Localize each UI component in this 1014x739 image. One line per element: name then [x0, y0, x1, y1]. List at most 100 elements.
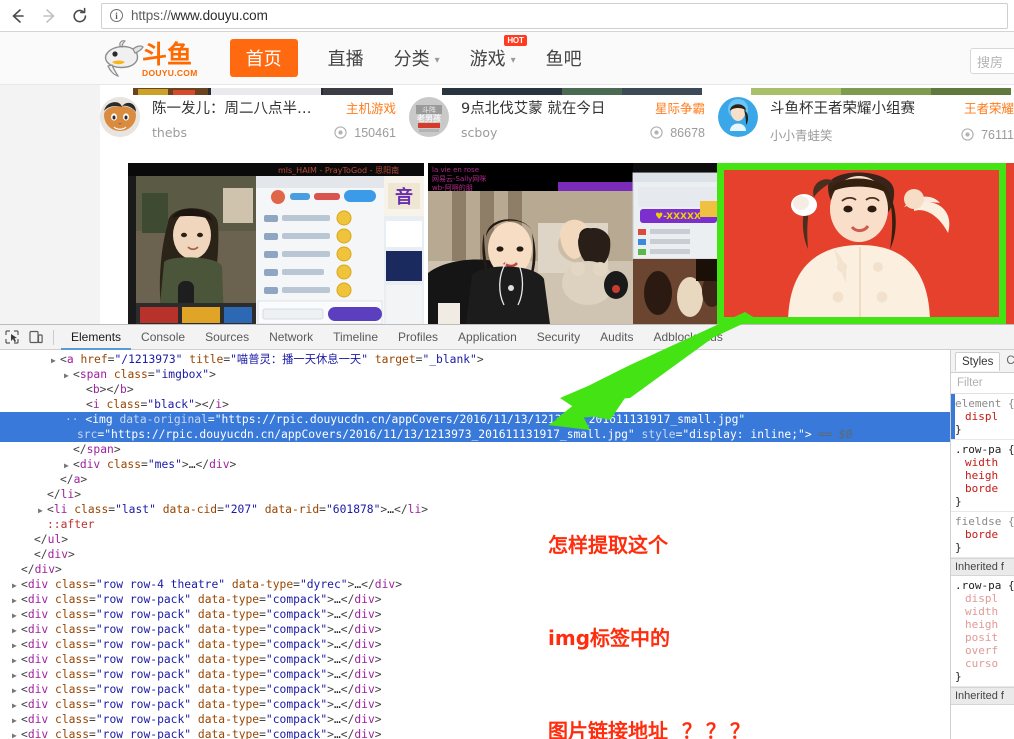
dom-node[interactable]: ▶<div class="row row-pack" data-type="co…: [0, 682, 950, 697]
device-toolbar-icon[interactable]: [24, 325, 48, 349]
category-tag[interactable]: 星际争霸: [655, 98, 705, 117]
dom-node[interactable]: <i class="black"></i>: [0, 397, 950, 412]
tab-elements[interactable]: Elements: [61, 325, 131, 350]
dom-node[interactable]: ▶<div class="row row-4 theatre" data-typ…: [0, 577, 950, 592]
css-property[interactable]: displ: [955, 410, 1014, 423]
stream-thumbnail[interactable]: 音 mls_HAIM - PrayToGod - 思阳南: [128, 163, 424, 324]
css-property[interactable]: displ: [955, 592, 1014, 605]
tab-adblock-plus[interactable]: Adblock Plus: [643, 325, 732, 350]
dom-node[interactable]: </span>: [0, 442, 950, 457]
url-text: https://www.douyu.com: [131, 8, 268, 23]
avatar[interactable]: [100, 97, 140, 137]
room-title[interactable]: 9点北伐艾蒙 就在今日: [461, 97, 605, 118]
room-title[interactable]: 斗鱼杯王者荣耀小组赛: [770, 97, 915, 118]
css-rule-block[interactable]: .row-pa {widthheighborde}: [951, 440, 1014, 512]
css-property[interactable]: borde: [955, 528, 1014, 541]
site-logo[interactable]: 斗鱼 DOUYU.COM: [100, 38, 198, 78]
tab-sources[interactable]: Sources: [195, 325, 259, 350]
dom-node[interactable]: ▶<div class="row row-pack" data-type="co…: [0, 667, 950, 682]
svg-text:♥-XXXXX: ♥-XXXXX: [655, 212, 701, 222]
css-rule-block[interactable]: element {displ}: [951, 394, 1014, 440]
css-closing-brace: }: [955, 495, 1014, 508]
search-input[interactable]: 搜房: [970, 48, 1014, 74]
logo-cn-text: 斗鱼: [142, 42, 198, 67]
styles-filter-input[interactable]: Filter: [951, 373, 1014, 394]
avatar[interactable]: [718, 97, 758, 137]
info-circle-icon[interactable]: i: [110, 9, 123, 22]
css-rule-block[interactable]: .row-pa {displwidthheighpositoverfcurso}: [951, 576, 1014, 687]
hot-badge: HOT: [504, 35, 526, 46]
list-item[interactable]: 斗鱼杯王者荣耀小组赛 王者荣耀 小小青蛙笑 7: [718, 85, 1014, 157]
tab-timeline[interactable]: Timeline: [323, 325, 388, 350]
dom-node[interactable]: </li>: [0, 487, 950, 502]
nav-item-fishbar[interactable]: 鱼吧: [546, 45, 582, 71]
stream-thumbnail[interactable]: la vie en rose 网易云-Sally网咪 wb-阿啊的朋: [428, 163, 724, 324]
dom-node[interactable]: ▶<div class="row row-pack" data-type="co…: [0, 607, 950, 622]
dom-node[interactable]: ▶<div class="mes">…</div>: [0, 457, 950, 472]
dom-node-selected[interactable]: ·· <img data-original="https://rpic.douy…: [0, 412, 950, 442]
css-rule-block[interactable]: fieldse {borde}: [951, 512, 1014, 558]
dom-node[interactable]: ▶<div class="row row-pack" data-type="co…: [0, 712, 950, 727]
dom-node[interactable]: ▶<div class="row row-pack" data-type="co…: [0, 697, 950, 712]
svg-text:wb-阿啊的朋: wb-阿啊的朋: [432, 183, 473, 192]
dom-node[interactable]: ▶<div class="row row-pack" data-type="co…: [0, 637, 950, 652]
inspect-cursor-icon[interactable]: [0, 325, 24, 349]
dom-node[interactable]: ▶<div class="row row-pack" data-type="co…: [0, 727, 950, 739]
tab-computed-truncated[interactable]: C: [1000, 355, 1014, 367]
nav-item-live[interactable]: 直播: [328, 45, 364, 71]
tab-console[interactable]: Console: [131, 325, 195, 350]
room-title[interactable]: 陈一发儿：周二八点半…: [152, 97, 312, 118]
dom-node[interactable]: </ul>: [0, 532, 950, 547]
tab-audits[interactable]: Audits: [590, 325, 643, 350]
nav-item-category[interactable]: 分类▾: [394, 45, 440, 71]
css-property[interactable]: width: [955, 456, 1014, 469]
dom-node[interactable]: <b></b>: [0, 382, 950, 397]
page-viewport: 斗鱼 DOUYU.COM 首页 直播 分类▾ 游戏HOT▾ 鱼吧 搜房: [0, 32, 1014, 324]
dom-node[interactable]: ▶<span class="imgbox">: [0, 367, 950, 382]
reload-button[interactable]: [67, 3, 93, 29]
css-property[interactable]: overf: [955, 644, 1014, 657]
category-tag[interactable]: 主机游戏: [346, 98, 396, 117]
dom-node[interactable]: ▶<li class="last" data-cid="207" data-ri…: [0, 502, 950, 517]
css-property[interactable]: curso: [955, 657, 1014, 670]
dom-tree-panel[interactable]: ▶<a href="/1213973" title="喵普灵：播一天休息一天" …: [0, 350, 950, 739]
styles-inherited-header: Inherited f: [951, 687, 1014, 705]
tab-styles[interactable]: Styles: [955, 352, 1000, 371]
css-property[interactable]: borde: [955, 482, 1014, 495]
dom-node[interactable]: </div>: [0, 547, 950, 562]
dom-node[interactable]: </div>: [0, 562, 950, 577]
category-tag[interactable]: 王者荣耀: [964, 98, 1014, 117]
nav-item-home[interactable]: 首页: [230, 39, 298, 77]
annotation-question-marks: ？？？: [682, 719, 754, 739]
nav-label-game: 游戏: [470, 49, 506, 70]
styles-inherited-header: Inherited f: [951, 558, 1014, 576]
tab-security[interactable]: Security: [527, 325, 590, 350]
list-item[interactable]: 陈一发儿：周二八点半… 主机游戏 thebs: [100, 85, 396, 157]
dom-node[interactable]: ▶<a href="/1213973" title="喵普灵：播一天休息一天" …: [0, 352, 950, 367]
back-button[interactable]: [5, 3, 31, 29]
address-bar[interactable]: i https://www.douyu.com: [101, 3, 1008, 29]
styles-tabbar: Styles C: [951, 350, 1014, 373]
css-property[interactable]: width: [955, 605, 1014, 618]
css-property[interactable]: heigh: [955, 618, 1014, 631]
tab-profiles[interactable]: Profiles: [388, 325, 448, 350]
dom-node[interactable]: ▶<div class="row row-pack" data-type="co…: [0, 652, 950, 667]
avatar[interactable]: 斗阵 老男孩: [409, 97, 449, 137]
nav-item-game[interactable]: 游戏HOT▾: [470, 45, 516, 71]
styles-rules-list: element {displ}.row-pa {widthheighborde}…: [951, 394, 1014, 705]
dom-node[interactable]: ▶<div class="row row-pack" data-type="co…: [0, 592, 950, 607]
css-property[interactable]: posit: [955, 631, 1014, 644]
dom-node[interactable]: </a>: [0, 472, 950, 487]
svg-text:音: 音: [395, 186, 413, 208]
css-property[interactable]: heigh: [955, 469, 1014, 482]
tab-network[interactable]: Network: [259, 325, 323, 350]
thumbnail-art-1: 音 mls_HAIM - PrayToGod - 思阳南: [128, 163, 424, 324]
nav-label-category: 分类: [394, 49, 430, 70]
tab-application[interactable]: Application: [448, 325, 527, 350]
list-item[interactable]: 斗阵 老男孩 9点北伐艾蒙 就在今日 星际争霸: [409, 85, 705, 157]
stream-thumbnail[interactable]: [718, 163, 1014, 324]
css-selector: .row-pa {: [955, 579, 1014, 592]
dom-node[interactable]: ::after: [0, 517, 950, 532]
dom-node[interactable]: ▶<div class="row row-pack" data-type="co…: [0, 622, 950, 637]
forward-button[interactable]: [36, 3, 62, 29]
